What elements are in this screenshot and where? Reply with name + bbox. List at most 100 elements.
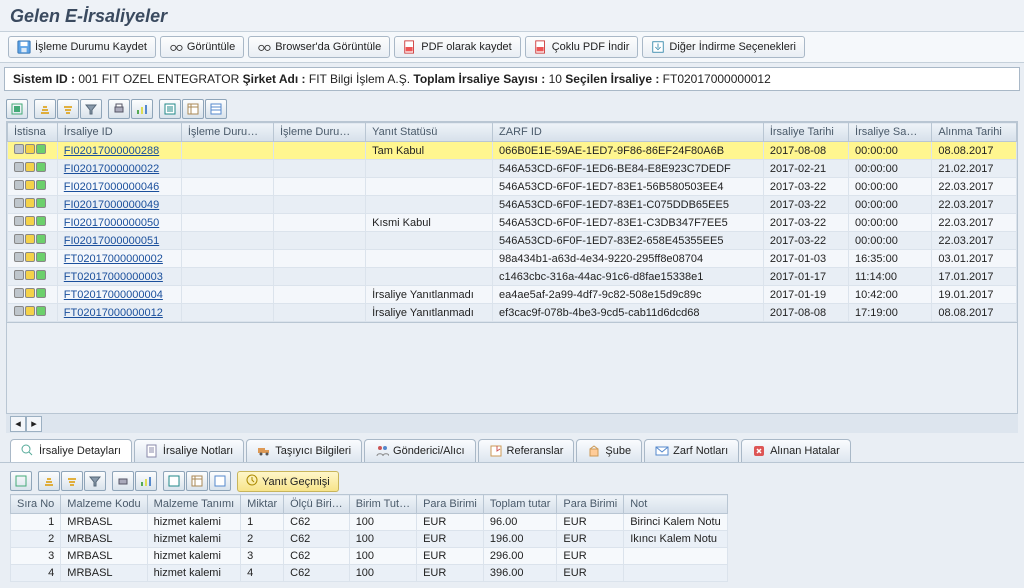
cell — [273, 142, 365, 160]
cell: Ikıncı Kalem Notu — [624, 531, 727, 548]
grid-print-button[interactable] — [108, 99, 130, 119]
detail-chart-button[interactable] — [135, 471, 157, 491]
tarih-cell: 2017-01-03 — [763, 250, 848, 268]
detail-layout-button[interactable] — [186, 471, 208, 491]
table-row[interactable]: 3MRBASLhizmet kalemi3C62100EUR296.00EUR — [11, 548, 728, 565]
browser-view-button[interactable]: Browser'da Görüntüle — [248, 36, 390, 58]
detail-header[interactable]: Miktar — [241, 495, 284, 514]
detail-filter-button[interactable] — [84, 471, 106, 491]
detail-header[interactable]: Not — [624, 495, 727, 514]
table-row[interactable]: FT02017000000012İrsaliye Yanıtlanmadıef3… — [8, 304, 1017, 322]
grid-header[interactable]: İrsaliye Sa… — [849, 123, 932, 142]
table-row[interactable]: FI02017000000046546A53CD-6F0F-1ED7-83E1-… — [8, 178, 1017, 196]
detail-header[interactable]: Ölçü Biri… — [284, 495, 350, 514]
table-row[interactable]: FT02017000000004İrsaliye Yanıtlanmadıea4… — [8, 286, 1017, 304]
tab-irsaliye-notlari[interactable]: İrsaliye Notları — [134, 439, 244, 462]
scroll-left-button[interactable]: ◂ — [10, 416, 26, 432]
irsaliye-link[interactable]: FT02017000000004 — [64, 289, 163, 301]
cell: EUR — [557, 531, 624, 548]
horizontal-scrollbar[interactable]: ◂ ▸ — [6, 413, 1018, 433]
grid-sort-desc-button[interactable] — [57, 99, 79, 119]
multi-pdf-button[interactable]: Çoklu PDF İndir — [525, 36, 639, 58]
grid-header[interactable]: ZARF ID — [493, 123, 764, 142]
cell: hizmet kalemi — [147, 531, 241, 548]
other-download-button[interactable]: Diğer İndirme Seçenekleri — [642, 36, 805, 58]
status-lights-icon — [14, 306, 46, 316]
grid-details-button[interactable] — [6, 99, 28, 119]
irsaliye-id-cell[interactable]: FI02017000000288 — [57, 142, 181, 160]
irsaliye-link[interactable]: FT02017000000002 — [64, 253, 163, 265]
detail-header[interactable]: Toplam tutar — [483, 495, 557, 514]
tab-referanslar[interactable]: Referanslar — [478, 439, 575, 462]
irsaliye-link[interactable]: FI02017000000046 — [64, 181, 159, 193]
scroll-right-button[interactable]: ▸ — [26, 416, 42, 432]
detail-sort-desc-button[interactable] — [61, 471, 83, 491]
save-status-button[interactable]: İşleme Durumu Kaydet — [8, 36, 156, 58]
grid-header[interactable]: Alınma Tarihi — [932, 123, 1017, 142]
table-row[interactable]: FT02017000000003c1463cbc-316a-44ac-91c6-… — [8, 268, 1017, 286]
irsaliye-link[interactable]: FT02017000000003 — [64, 271, 163, 283]
irsaliye-link[interactable]: FT02017000000012 — [64, 307, 163, 319]
table-row[interactable]: 2MRBASLhizmet kalemi2C62100EUR196.00EURI… — [11, 531, 728, 548]
detail-print-button[interactable] — [112, 471, 134, 491]
status-lights-icon — [14, 180, 46, 190]
table-row[interactable]: FI02017000000288Tam Kabul066B0E1E-59AE-1… — [8, 142, 1017, 160]
grid-sort-asc-button[interactable] — [34, 99, 56, 119]
tab-tasiyici[interactable]: Taşıyıcı Bilgileri — [246, 439, 362, 462]
detail-header[interactable]: Sıra No — [11, 495, 61, 514]
detail-settings-button[interactable] — [209, 471, 231, 491]
table-row[interactable]: 1MRBASLhizmet kalemi1C62100EUR96.00EURBi… — [11, 514, 728, 531]
grid-header[interactable]: İrsaliye Tarihi — [763, 123, 848, 142]
irsaliye-link[interactable]: FI02017000000288 — [64, 145, 159, 157]
grid-chart-button[interactable] — [131, 99, 153, 119]
tab-gonderici[interactable]: Gönderici/Alıcı — [364, 439, 476, 462]
irsaliye-id-cell[interactable]: FI02017000000050 — [57, 214, 181, 232]
status-cell — [8, 304, 58, 322]
irsaliye-id-cell[interactable]: FI02017000000049 — [57, 196, 181, 214]
detail-sort-asc-button[interactable] — [38, 471, 60, 491]
irsaliye-link[interactable]: FI02017000000049 — [64, 199, 159, 211]
grid-settings-button[interactable] — [205, 99, 227, 119]
grid-header[interactable]: Yanıt Statüsü — [366, 123, 493, 142]
grid-header[interactable]: İrsaliye ID — [57, 123, 181, 142]
irsaliye-id-cell[interactable]: FT02017000000002 — [57, 250, 181, 268]
tab-label: İrsaliye Notları — [163, 445, 233, 457]
tab-alinan-hatalar[interactable]: Alınan Hatalar — [741, 439, 851, 462]
grid-layout-button[interactable] — [182, 99, 204, 119]
detail-header[interactable]: Birim Tut… — [349, 495, 416, 514]
glasses-icon — [257, 40, 271, 54]
irsaliye-id-cell[interactable]: FI02017000000046 — [57, 178, 181, 196]
table-row[interactable]: FT0201700000000298a434b1-a63d-4e34-9220-… — [8, 250, 1017, 268]
tab-sube[interactable]: Şube — [576, 439, 642, 462]
grid-header[interactable]: İstisna — [8, 123, 58, 142]
pdf-save-button[interactable]: PDF olarak kaydet — [394, 36, 520, 58]
table-row[interactable]: FI02017000000051546A53CD-6F0F-1ED7-83E2-… — [8, 232, 1017, 250]
status-cell — [8, 178, 58, 196]
detail-details-button[interactable] — [10, 471, 32, 491]
detail-export-button[interactable] — [163, 471, 185, 491]
status-lights-icon — [14, 198, 46, 208]
irsaliye-id-cell[interactable]: FT02017000000012 — [57, 304, 181, 322]
detail-header[interactable]: Para Birimi — [417, 495, 484, 514]
irsaliye-id-cell[interactable]: FT02017000000003 — [57, 268, 181, 286]
irsaliye-link[interactable]: FI02017000000050 — [64, 217, 159, 229]
view-button[interactable]: Görüntüle — [160, 36, 244, 58]
tab-irsaliye-detaylari[interactable]: İrsaliye Detayları — [10, 439, 132, 462]
grid-export-button[interactable] — [159, 99, 181, 119]
table-row[interactable]: FI02017000000050Kısmi Kabul546A53CD-6F0F… — [8, 214, 1017, 232]
table-row[interactable]: FI02017000000049546A53CD-6F0F-1ED7-83E1-… — [8, 196, 1017, 214]
irsaliye-id-cell[interactable]: FI02017000000022 — [57, 160, 181, 178]
yanit-gecmisi-button[interactable]: Yanıt Geçmişi — [237, 471, 339, 492]
table-row[interactable]: FI02017000000022546A53CD-6F0F-1ED6-BE84-… — [8, 160, 1017, 178]
detail-header[interactable]: Para Birimi — [557, 495, 624, 514]
grid-header[interactable]: İşleme Duru… — [273, 123, 365, 142]
irsaliye-id-cell[interactable]: FT02017000000004 — [57, 286, 181, 304]
irsaliye-id-cell[interactable]: FI02017000000051 — [57, 232, 181, 250]
irsaliye-link[interactable]: FI02017000000022 — [64, 163, 159, 175]
irsaliye-link[interactable]: FI02017000000051 — [64, 235, 159, 247]
detail-header[interactable]: Malzeme Tanımı — [147, 495, 241, 514]
detail-header[interactable]: Malzeme Kodu — [61, 495, 147, 514]
grid-filter-button[interactable] — [80, 99, 102, 119]
grid-header[interactable]: İşleme Duru… — [181, 123, 273, 142]
tab-zarf-notlari[interactable]: Zarf Notları — [644, 439, 739, 462]
